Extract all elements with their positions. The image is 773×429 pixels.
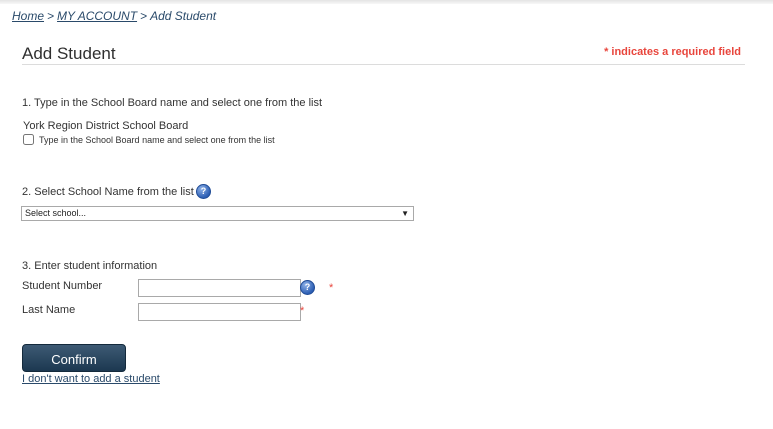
school-board-checkbox-label: Type in the School Board name and select… (39, 134, 275, 145)
question-icon[interactable]: ? (196, 184, 211, 199)
student-number-input[interactable] (138, 279, 301, 297)
school-board-option: Type in the School Board name and select… (23, 134, 275, 145)
student-number-label: Student Number (22, 280, 103, 292)
breadcrumb-current: Add Student (150, 9, 217, 23)
step1-label: 1. Type in the School Board name and sel… (22, 97, 323, 109)
school-select[interactable]: Select school... ▼ (21, 206, 414, 221)
breadcrumb: Home > MY ACCOUNT > Add Student (12, 9, 216, 23)
school-board-checkbox[interactable] (23, 134, 34, 145)
step2-label: 2. Select School Name from the list (22, 186, 194, 198)
breadcrumb-home-link[interactable]: Home (12, 9, 44, 23)
skip-add-student-link[interactable]: I don't want to add a student (22, 373, 160, 385)
school-select-value: Select school... (25, 208, 87, 218)
breadcrumb-separator: > (47, 9, 55, 23)
required-field-note: * indicates a required field (604, 46, 741, 58)
breadcrumb-separator: > (140, 9, 148, 23)
last-name-label: Last Name (22, 304, 76, 316)
title-divider (22, 64, 745, 65)
required-marker: * (329, 282, 334, 294)
breadcrumb-account-link[interactable]: MY ACCOUNT (57, 9, 137, 23)
top-border (0, 0, 773, 4)
confirm-button[interactable]: Confirm (22, 344, 126, 372)
last-name-input[interactable] (138, 303, 301, 321)
required-marker: * (300, 305, 305, 317)
question-icon[interactable]: ? (300, 280, 315, 295)
page-title: Add Student (22, 44, 116, 63)
selected-school-board: York Region District School Board (23, 120, 189, 132)
step3-label: 3. Enter student information (22, 260, 158, 272)
dropdown-arrow-icon: ▼ (401, 209, 409, 218)
